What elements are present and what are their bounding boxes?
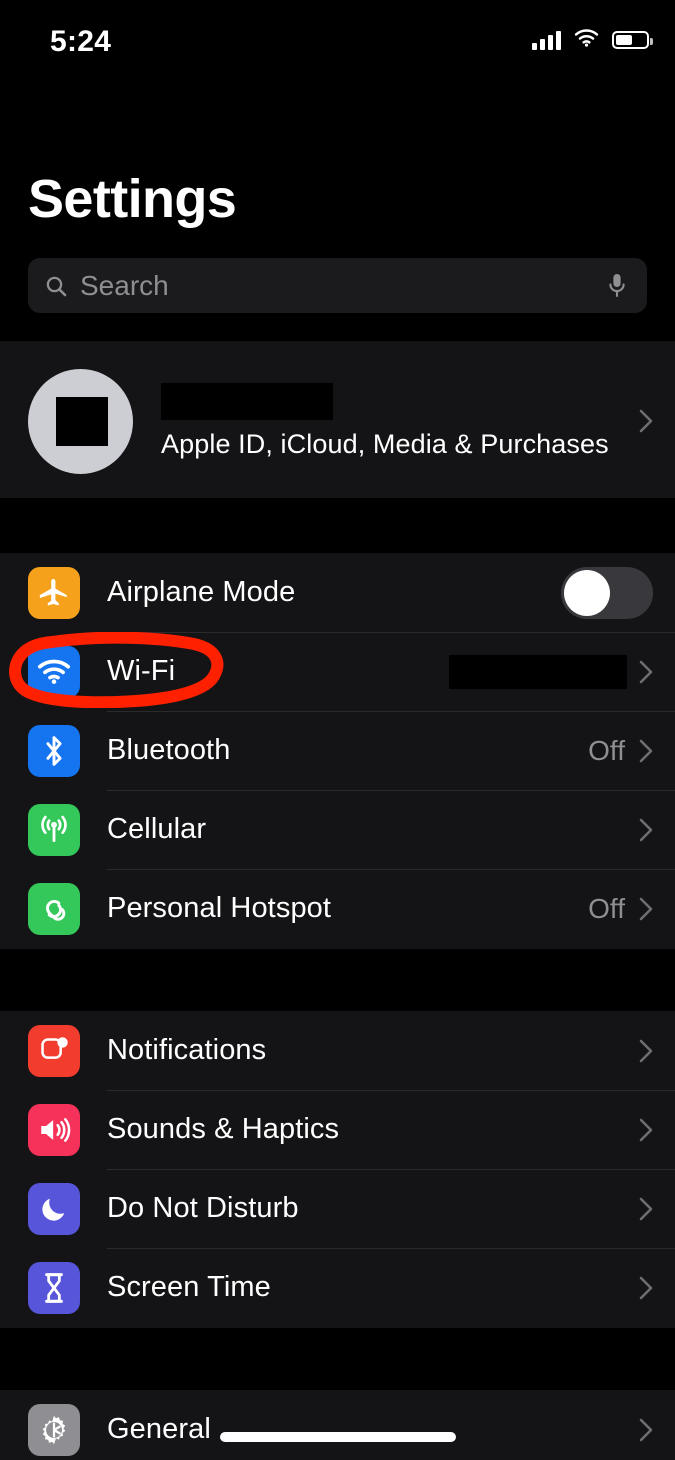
cellular-antenna-icon (28, 803, 80, 856)
wifi-icon (574, 28, 599, 52)
settings-row-value: Off (588, 892, 625, 924)
chevron-right-icon (639, 1418, 653, 1442)
search-bar[interactable]: Search (28, 258, 647, 313)
wifi-network-redaction (449, 654, 627, 689)
hourglass-icon (28, 1261, 80, 1314)
search-icon (44, 274, 68, 298)
settings-row-label: Personal Hotspot (107, 892, 332, 924)
account-subtitle: Apple ID, iCloud, Media & Purchases (161, 428, 609, 459)
account-row[interactable]: Apple ID, iCloud, Media & Purchases (0, 341, 675, 501)
iphone-settings-screen: 5:24 Settings Search Apple ID, iCloud, M… (0, 0, 675, 1460)
settings-row-label: General (107, 1413, 211, 1445)
status-bar: 5:24 (0, 0, 675, 78)
chevron-right-icon (639, 739, 653, 763)
chevron-right-icon (639, 1197, 653, 1221)
wifi-icon (28, 645, 80, 698)
account-name-redaction (161, 382, 333, 420)
speaker-icon (28, 1103, 80, 1156)
settings-row-wifi[interactable]: Wi-Fi (0, 632, 675, 711)
notifications-icon (28, 1024, 80, 1077)
chevron-right-icon (639, 409, 653, 433)
avatar (28, 368, 133, 474)
settings-row-label: Cellular (107, 813, 207, 845)
chevron-right-icon (639, 1118, 653, 1142)
page-title: Settings (28, 169, 237, 229)
avatar-redaction (56, 396, 108, 446)
status-bar-time: 5:24 (50, 25, 112, 58)
microphone-icon[interactable] (607, 272, 627, 300)
bluetooth-icon (28, 724, 80, 777)
system-group: General (0, 1390, 675, 1460)
settings-row-notifications[interactable]: Notifications (0, 1011, 675, 1090)
moon-icon (28, 1182, 80, 1235)
settings-row-label: Wi-Fi (107, 655, 176, 687)
chevron-right-icon (639, 818, 653, 842)
settings-row-label: Bluetooth (107, 734, 231, 766)
hotspot-icon (28, 882, 80, 935)
airplane-icon (28, 566, 80, 619)
chevron-right-icon (639, 1276, 653, 1300)
battery-icon (612, 31, 653, 49)
gear-icon (28, 1403, 80, 1456)
settings-row-do-not-disturb[interactable]: Do Not Disturb (0, 1169, 675, 1248)
settings-row-bluetooth[interactable]: Bluetooth Off (0, 711, 675, 790)
settings-row-label: Airplane Mode (107, 576, 296, 608)
settings-row-airplane-mode[interactable]: Airplane Mode (0, 553, 675, 632)
chevron-right-icon (639, 1039, 653, 1063)
settings-row-cellular[interactable]: Cellular (0, 790, 675, 869)
airplane-mode-toggle[interactable] (561, 566, 653, 619)
search-input[interactable]: Search (80, 270, 169, 302)
settings-row-label: Do Not Disturb (107, 1192, 299, 1224)
status-bar-indicators (532, 28, 653, 52)
home-indicator (220, 1432, 456, 1442)
notifications-group: Notifications Sounds & Haptics Do Not Di… (0, 1011, 675, 1328)
settings-row-label: Notifications (107, 1034, 267, 1066)
settings-row-personal-hotspot[interactable]: Personal Hotspot Off (0, 869, 675, 948)
settings-row-general[interactable]: General (0, 1390, 675, 1460)
account-text: Apple ID, iCloud, Media & Purchases (161, 382, 609, 460)
chevron-right-icon (639, 897, 653, 921)
settings-row-screen-time[interactable]: Screen Time (0, 1248, 675, 1327)
settings-row-label: Screen Time (107, 1271, 271, 1303)
account-group: Apple ID, iCloud, Media & Purchases (0, 341, 675, 498)
connectivity-group: Airplane Mode Wi-Fi Bluetooth Off Cellul… (0, 553, 675, 949)
chevron-right-icon (639, 660, 653, 684)
settings-row-label: Sounds & Haptics (107, 1113, 340, 1145)
settings-row-sounds-haptics[interactable]: Sounds & Haptics (0, 1090, 675, 1169)
signal-bars-icon (532, 30, 561, 50)
settings-row-value: Off (588, 734, 625, 766)
